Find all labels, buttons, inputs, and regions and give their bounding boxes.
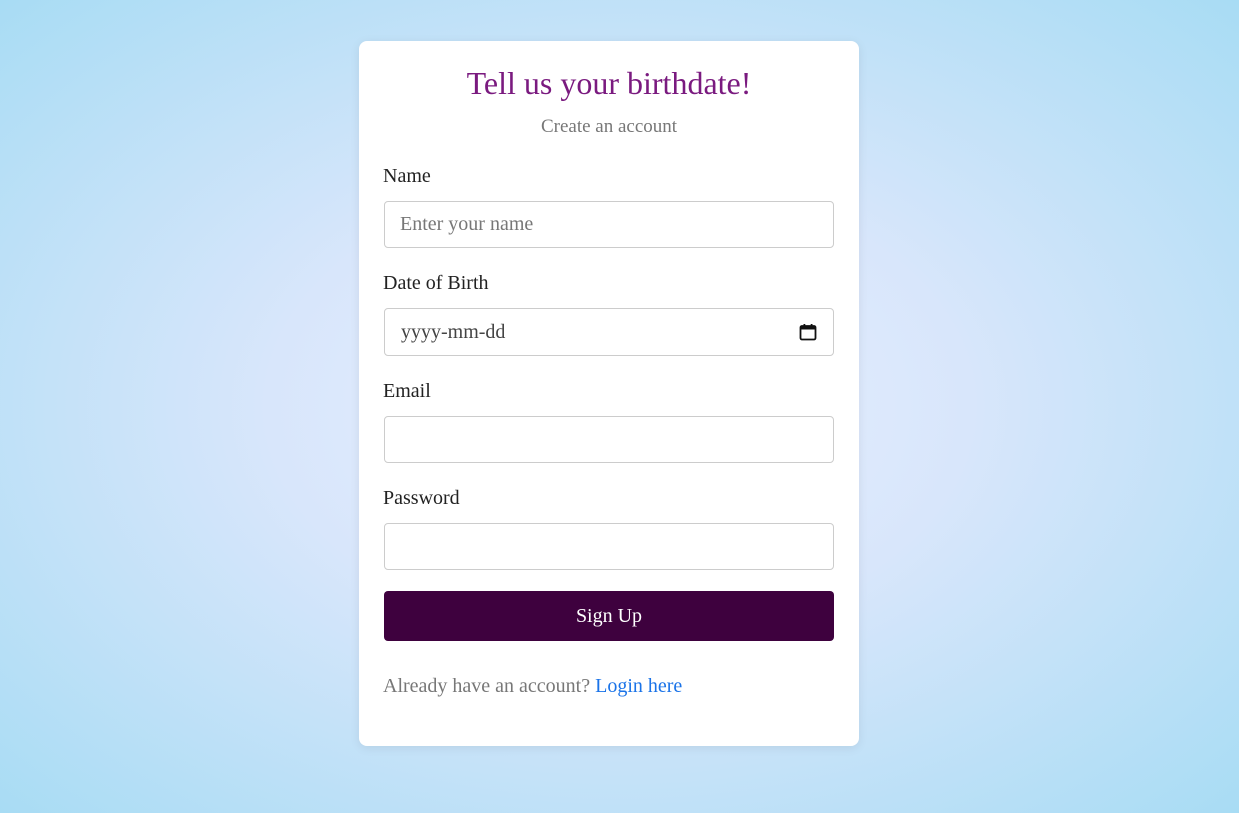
page-subtitle: Create an account xyxy=(540,116,678,137)
name-input[interactable] xyxy=(384,201,834,248)
page-title: Tell us your birthdate! xyxy=(466,65,752,101)
login-prompt-text: Already have an account? xyxy=(383,675,591,697)
calendar-icon[interactable] xyxy=(799,323,817,341)
sign-up-button[interactable]: Sign Up xyxy=(384,591,834,641)
email-label: Email xyxy=(383,380,431,402)
name-label: Name xyxy=(383,165,431,187)
login-link[interactable]: Login here xyxy=(595,675,682,697)
password-input[interactable] xyxy=(384,523,834,570)
signup-card: Tell us your birthdate! Create an accoun… xyxy=(359,41,859,746)
dob-label: Date of Birth xyxy=(383,272,489,294)
password-label: Password xyxy=(383,487,460,509)
email-input[interactable] xyxy=(384,416,834,463)
dob-input[interactable]: yyyy-mm-dd xyxy=(384,308,834,356)
dob-placeholder: yyyy-mm-dd xyxy=(401,320,506,343)
login-prompt: Already have an account? Login here xyxy=(383,675,682,698)
